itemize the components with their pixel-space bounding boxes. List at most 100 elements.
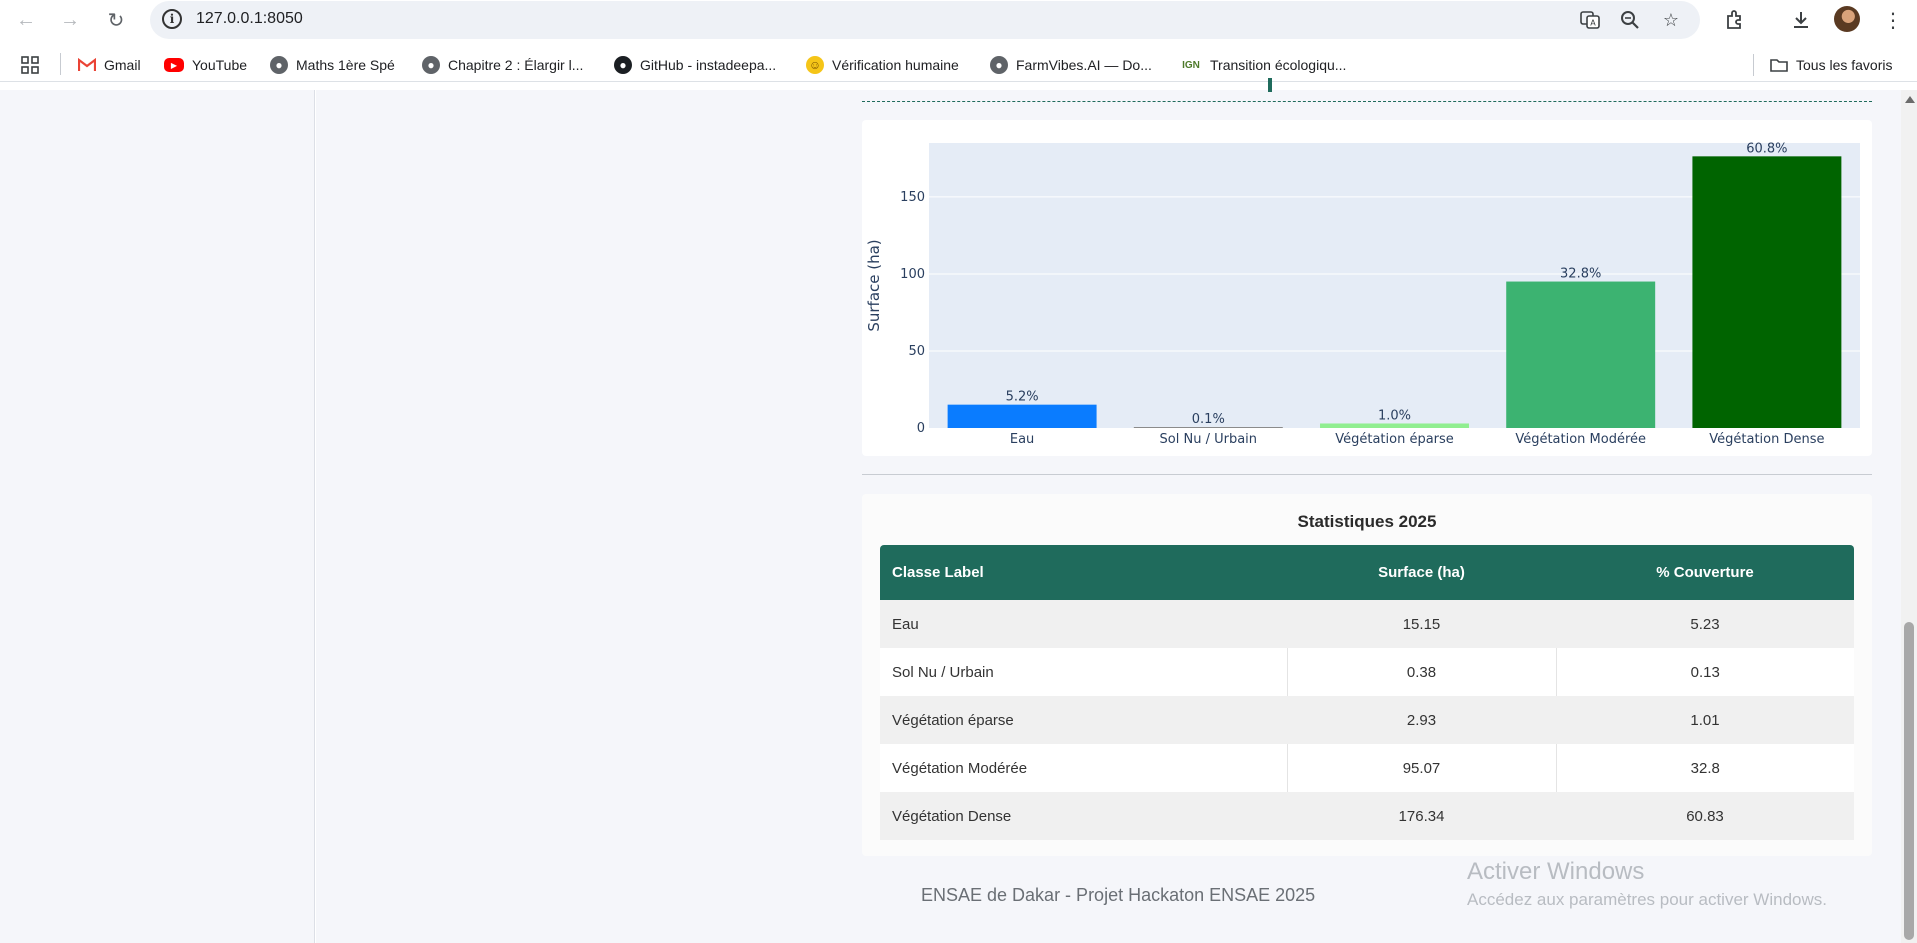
bookmarks-divider (60, 53, 61, 75)
download-icon[interactable] (1788, 7, 1814, 33)
x-tick-label: Végétation éparse (1335, 432, 1454, 447)
table-row[interactable]: Végétation éparse 2.93 1.01 (880, 696, 1854, 744)
cell-couverture[interactable]: 60.83 (1556, 792, 1854, 840)
bookmark-maths[interactable]: ● Maths 1ère Spé (270, 54, 395, 76)
scroll-up-arrow[interactable] (1905, 96, 1915, 103)
page-footer: ENSAE de Dakar - Projet Hackaton ENSAE 2… (921, 885, 1316, 905)
globe-icon: ● (990, 56, 1008, 74)
translate-icon[interactable]: A (1578, 8, 1602, 32)
bookmark-youtube[interactable]: ▶ YouTube (164, 54, 247, 76)
globe-icon: ● (422, 56, 440, 74)
address-bar[interactable] (150, 1, 1700, 39)
horizontal-rule (862, 474, 1872, 475)
gmail-icon (78, 56, 96, 74)
y-tick-label: 0 (917, 421, 925, 436)
ign-icon: IGN (1182, 59, 1200, 71)
back-icon[interactable]: ← (12, 6, 40, 34)
bookmark-label: Vérification humaine (832, 57, 959, 73)
globe-icon: ● (270, 56, 288, 74)
cell-couverture[interactable]: 32.8 (1556, 744, 1854, 792)
site-info-icon[interactable]: i (162, 9, 182, 29)
data-label: 0.1% (1192, 412, 1225, 427)
bar-4 (1506, 281, 1656, 428)
all-bookmarks-label: Tous les favoris (1796, 57, 1893, 73)
bookmark-gmail[interactable]: Gmail (78, 54, 141, 76)
windows-activation-subtitle: Accédez aux paramètres pour activer Wind… (1467, 890, 1827, 909)
table-row[interactable]: Sol Nu / Urbain 0.38 0.13 (880, 648, 1854, 696)
bookmark-label: Chapitre 2 : Élargir l... (448, 57, 584, 73)
cell-surface[interactable]: 15.15 (1287, 600, 1556, 648)
cell-surface[interactable]: 176.34 (1287, 792, 1556, 840)
folder-icon (1770, 56, 1788, 74)
stats-table: Classe Label Surface (ha) % Couverture E… (880, 545, 1854, 840)
bookmark-label: GitHub - instadeepa... (640, 57, 777, 73)
cell-classe[interactable]: Eau (880, 600, 1287, 648)
stats-header-row: Classe Label Surface (ha) % Couverture (880, 545, 1854, 600)
data-label: 5.2% (1006, 390, 1039, 405)
bookmarks-bar: Gmail ▶ YouTube ● Maths 1ère Spé ● Chapi… (0, 48, 1917, 82)
header-classe[interactable]: Classe Label (880, 545, 1287, 600)
table-row[interactable]: Végétation Modérée 95.07 32.8 (880, 744, 1854, 792)
section-divider (862, 101, 1872, 102)
stats-card: Statistiques 2025 Classe Label Surface (… (862, 494, 1872, 856)
youtube-icon: ▶ (164, 58, 184, 72)
scrollbar-thumb[interactable] (1904, 622, 1914, 940)
y-tick-label: 150 (900, 190, 925, 205)
bookmark-chapitre[interactable]: ● Chapitre 2 : Élargir l... (422, 54, 583, 76)
data-label: 32.8% (1560, 267, 1601, 282)
x-tick-label: Sol Nu / Urbain (1160, 432, 1258, 447)
all-bookmarks[interactable]: Tous les favoris (1753, 54, 1892, 76)
bar-1 (947, 404, 1097, 428)
forward-icon[interactable]: → (56, 6, 84, 34)
cell-classe[interactable]: Sol Nu / Urbain (880, 648, 1288, 696)
cell-classe[interactable]: Végétation Dense (880, 792, 1287, 840)
star-icon[interactable]: ☆ (1659, 8, 1683, 32)
windows-activation-title: Activer Windows (1467, 858, 1645, 885)
bookmark-verification[interactable]: ☺ Vérification humaine (806, 54, 959, 76)
bar-3 (1320, 423, 1469, 428)
bookmark-transition[interactable]: IGN Transition écologiqu... (1180, 54, 1346, 76)
cell-classe[interactable]: Végétation éparse (880, 696, 1287, 744)
x-tick-label: Végétation Modérée (1515, 432, 1646, 447)
header-surface[interactable]: Surface (ha) (1287, 545, 1556, 600)
sidebar-panel (0, 90, 315, 943)
bookmark-farmvibes[interactable]: ● FarmVibes.AI — Do... (990, 54, 1152, 76)
bookmark-label: Transition écologiqu... (1210, 57, 1347, 73)
github-icon: ● (614, 56, 632, 74)
data-label: 1.0% (1378, 408, 1411, 423)
data-label: 60.8% (1746, 141, 1787, 156)
table-row[interactable]: Eau 15.15 5.23 (880, 600, 1854, 648)
apps-grid-icon[interactable] (20, 54, 40, 76)
header-couverture[interactable]: % Couverture (1556, 545, 1854, 600)
extensions-icon[interactable] (1722, 7, 1748, 33)
cell-surface[interactable]: 0.38 (1287, 648, 1557, 696)
zoom-icon[interactable] (1618, 8, 1642, 32)
bookmark-label: Gmail (104, 57, 141, 73)
bookmark-github[interactable]: ● GitHub - instadeepa... (614, 54, 776, 76)
svg-text:A: A (1590, 19, 1596, 28)
cell-surface[interactable]: 2.93 (1287, 696, 1556, 744)
cell-couverture[interactable]: 0.13 (1556, 648, 1854, 696)
surface-chart-card: 0 50 100 150 Surface (ha) 5.2% Eau 0.1% Sol Nu /… (862, 120, 1872, 456)
profile-avatar[interactable] (1834, 6, 1860, 32)
table-row[interactable]: Végétation Dense 176.34 60.83 (880, 792, 1854, 840)
menu-dots-icon[interactable]: ⋮ (1880, 7, 1906, 33)
section-title-fragment (1268, 78, 1272, 92)
reload-icon[interactable]: ↻ (102, 6, 130, 34)
address-url[interactable]: 127.0.0.1:8050 (196, 10, 303, 28)
cell-surface[interactable]: 95.07 (1287, 744, 1557, 792)
cell-couverture[interactable]: 1.01 (1556, 696, 1854, 744)
stats-title: Statistiques 2025 (1297, 512, 1437, 531)
emoji-icon: ☺ (806, 56, 824, 74)
surface-bar-chart[interactable]: 0 50 100 150 Surface (ha) 5.2% Eau 0.1% Sol Nu /… (862, 120, 1872, 456)
bookmark-label: Maths 1ère Spé (296, 57, 395, 73)
y-tick-label: 50 (908, 344, 925, 359)
cell-couverture[interactable]: 5.23 (1556, 600, 1854, 648)
x-tick-label: Eau (1010, 432, 1034, 447)
bookmark-label: YouTube (192, 57, 248, 73)
browser-toolbar: ← → ↻ i 127.0.0.1:8050 A ☆ ⋮ (0, 0, 1917, 40)
x-tick-label: Végétation Dense (1709, 432, 1824, 447)
bar-5 (1692, 156, 1842, 429)
bookmark-label: FarmVibes.AI — Do... (1016, 57, 1152, 73)
cell-classe[interactable]: Végétation Modérée (880, 744, 1288, 792)
